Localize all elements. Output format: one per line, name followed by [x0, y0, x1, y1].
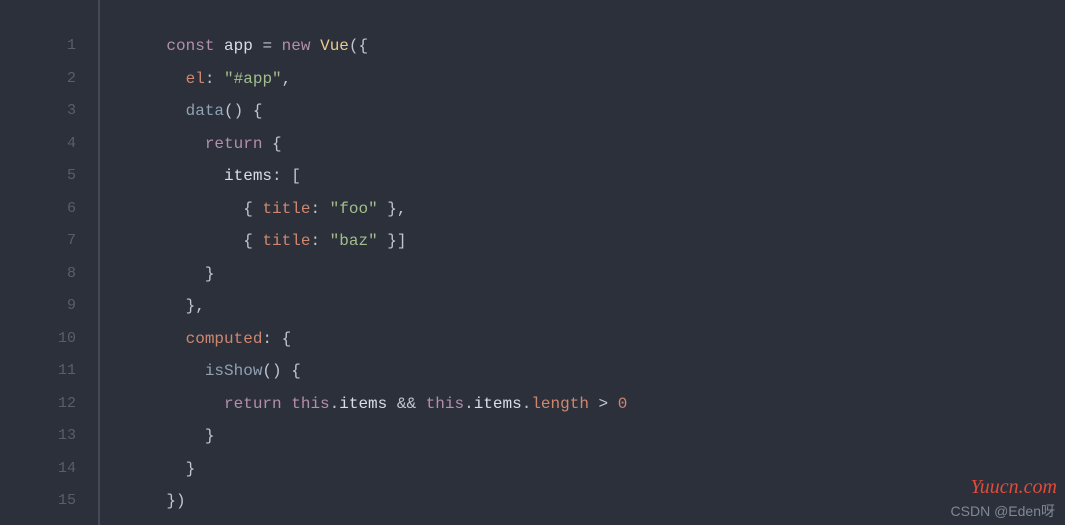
code-editor: 123456789101112131415 const app = new Vu… [0, 0, 1065, 525]
line-number: 12 [0, 388, 98, 421]
line-number: 7 [0, 225, 98, 258]
line-number: 1 [0, 30, 98, 63]
code-line: return { [128, 128, 1065, 161]
code-line: } [128, 420, 1065, 453]
code-line: }) [128, 485, 1065, 518]
line-number: 13 [0, 420, 98, 453]
code-line: data() { [128, 95, 1065, 128]
watermark-text: Yuucn.com [971, 476, 1057, 499]
code-line: el: "#app", [128, 63, 1065, 96]
line-number: 8 [0, 258, 98, 291]
line-number: 5 [0, 160, 98, 193]
line-number: 4 [0, 128, 98, 161]
line-number: 15 [0, 485, 98, 518]
line-number: 11 [0, 355, 98, 388]
line-number-gutter: 123456789101112131415 [0, 0, 100, 525]
code-line: } [128, 258, 1065, 291]
code-line: } [128, 453, 1065, 486]
code-line: { title: "baz" }] [128, 225, 1065, 258]
line-number: 2 [0, 63, 98, 96]
line-number: 6 [0, 193, 98, 226]
code-line: return this.items && this.items.length >… [128, 388, 1065, 421]
code-line: items: [ [128, 160, 1065, 193]
line-number: 10 [0, 323, 98, 356]
attribution-text: CSDN @Eden呀 [951, 501, 1055, 521]
line-number: 9 [0, 290, 98, 323]
code-line: }, [128, 290, 1065, 323]
code-line: isShow() { [128, 355, 1065, 388]
code-content[interactable]: const app = new Vue({ el: "#app", data()… [100, 0, 1065, 525]
code-line: computed: { [128, 323, 1065, 356]
code-line: const app = new Vue({ [128, 30, 1065, 63]
line-number: 3 [0, 95, 98, 128]
code-line: { title: "foo" }, [128, 193, 1065, 226]
line-number: 14 [0, 453, 98, 486]
